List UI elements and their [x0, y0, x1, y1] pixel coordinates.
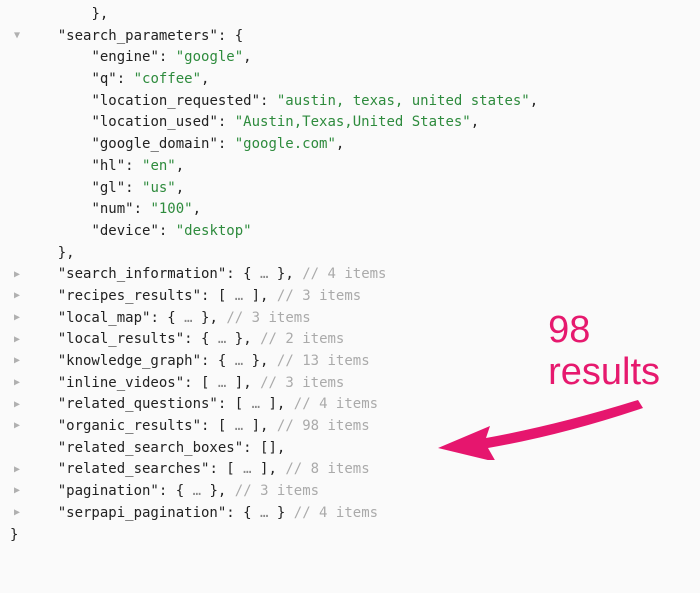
caret-down-icon[interactable] — [10, 28, 24, 44]
caret-right-icon[interactable] — [10, 310, 24, 326]
expanded-key: search_parameters — [66, 28, 209, 44]
arrow-icon — [438, 390, 648, 460]
caret-right-icon[interactable] — [10, 288, 24, 304]
param-line: "num": "100", — [10, 199, 700, 221]
caret-right-icon[interactable] — [10, 505, 24, 521]
caret-right-icon[interactable] — [10, 375, 24, 391]
param-line: "location_used": "Austin,Texas,United St… — [10, 112, 700, 134]
param-line: "engine": "google", — [10, 47, 700, 69]
collapsed-line-related-searches[interactable]: "related_searches": [ … ], // 8 items — [10, 459, 700, 481]
collapsed-line-serpapi-pagination[interactable]: "serpapi_pagination": { … } // 4 items — [10, 503, 700, 525]
caret-right-icon[interactable] — [10, 353, 24, 369]
caret-right-icon[interactable] — [10, 418, 24, 434]
param-line: "device": "desktop" — [10, 221, 700, 243]
caret-right-icon[interactable] — [10, 332, 24, 348]
param-line: "location_requested": "austin, texas, un… — [10, 91, 700, 113]
annotation-callout: 98 results — [548, 310, 660, 394]
caret-right-icon[interactable] — [10, 462, 24, 478]
root-close: } — [10, 525, 700, 547]
param-line: "q": "coffee", — [10, 69, 700, 91]
param-line: "google_domain": "google.com", — [10, 134, 700, 156]
json-viewer: }, "search_parameters": { "engine": "goo… — [0, 4, 700, 546]
collapsed-line-search-information[interactable]: "search_information": { … }, // 4 items — [10, 264, 700, 286]
search-parameters-close: }, — [10, 243, 700, 265]
caret-right-icon[interactable] — [10, 267, 24, 283]
caret-right-icon[interactable] — [10, 397, 24, 413]
collapsed-line-pagination[interactable]: "pagination": { … }, // 3 items — [10, 481, 700, 503]
param-line: "hl": "en", — [10, 156, 700, 178]
caret-right-icon[interactable] — [10, 483, 24, 499]
collapsed-line-recipes-results[interactable]: "recipes_results": [ … ], // 3 items — [10, 286, 700, 308]
search-parameters-key-line[interactable]: "search_parameters": { — [10, 26, 700, 48]
param-line: "gl": "us", — [10, 178, 700, 200]
annotation-label: 98 results — [548, 310, 660, 394]
prev-sibling-close: }, — [10, 4, 700, 26]
